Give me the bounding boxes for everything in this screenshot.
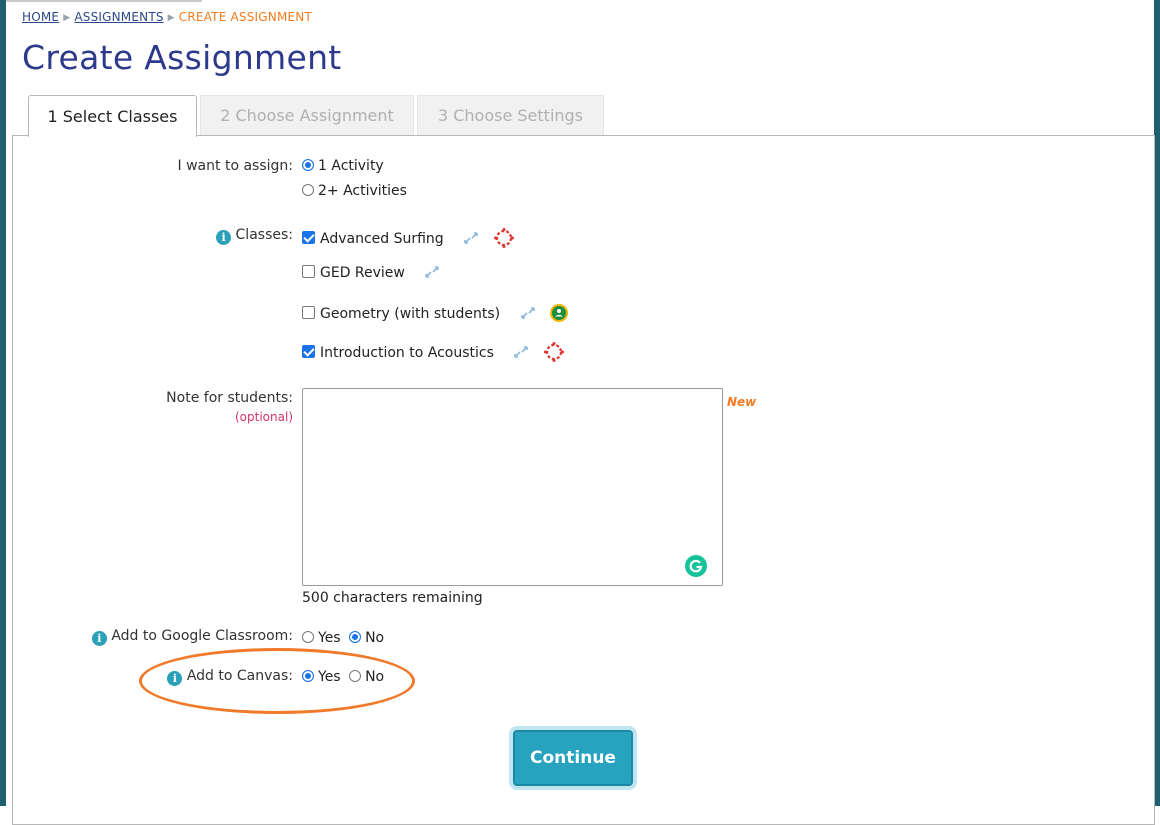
classes-label: Classes: xyxy=(235,227,293,243)
breadcrumb-separator-icon: ▶ xyxy=(167,13,175,23)
google-classroom-icon xyxy=(550,304,569,322)
google-classroom-info-icon[interactable]: i xyxy=(91,631,107,646)
canvas-icon xyxy=(493,228,514,248)
note-optional-label: (optional) xyxy=(235,410,293,424)
note-label: Note for students: xyxy=(166,390,293,406)
classes-label-group: i Classes: xyxy=(180,227,293,245)
class-item[interactable]: GED Review xyxy=(302,265,441,281)
class-checkbox[interactable] xyxy=(302,345,315,358)
google-classroom-label: Add to Google Classroom: xyxy=(111,628,293,644)
assign-one-label: 1 Activity xyxy=(318,158,384,174)
tab-choose-assignment[interactable]: 2 Choose Assignment xyxy=(200,95,414,135)
continue-button[interactable]: Continue xyxy=(513,730,633,786)
class-checkbox[interactable] xyxy=(302,306,315,319)
class-name: Geometry (with students) xyxy=(320,306,501,322)
assign-multiple-label: 2+ Activities xyxy=(318,183,407,199)
class-item[interactable]: Introduction to Acoustics xyxy=(302,341,565,363)
breadcrumb-home[interactable]: HOME xyxy=(22,10,59,24)
characters-remaining: 500 characters remaining xyxy=(302,590,483,606)
class-name: Introduction to Acoustics xyxy=(320,345,494,361)
assign-one-radio[interactable] xyxy=(302,159,314,171)
class-name: Advanced Surfing xyxy=(320,231,444,247)
page-title: Create Assignment xyxy=(22,38,342,77)
top-divider xyxy=(6,0,202,2)
google-classroom-yes-label: Yes xyxy=(318,630,341,646)
google-classroom-yes-radio[interactable] xyxy=(302,631,314,643)
tab-select-classes[interactable]: 1 Select Classes xyxy=(28,95,197,137)
breadcrumb-assignments[interactable]: ASSIGNMENTS xyxy=(74,10,163,24)
class-item[interactable]: Advanced Surfing xyxy=(302,227,515,249)
class-checkbox[interactable] xyxy=(302,231,315,244)
sync-icon[interactable] xyxy=(512,345,530,359)
google-classroom-options: Yes No xyxy=(302,630,384,646)
google-classroom-no-label: No xyxy=(365,630,385,646)
sync-icon[interactable] xyxy=(519,306,537,320)
breadcrumb-current: CREATE ASSIGNMENT xyxy=(178,10,312,24)
breadcrumb: HOME ▶ ASSIGNMENTS ▶ CREATE ASSIGNMENT xyxy=(22,10,312,24)
left-border xyxy=(0,0,6,806)
sync-icon[interactable] xyxy=(423,265,441,279)
highlight-ring xyxy=(139,648,415,714)
sync-icon[interactable] xyxy=(462,231,480,245)
google-classroom-no-radio[interactable] xyxy=(349,631,362,643)
class-checkbox[interactable] xyxy=(302,265,315,278)
assign-label: I want to assign: xyxy=(177,158,293,174)
class-item[interactable]: Geometry (with students) xyxy=(302,303,569,323)
new-badge: New xyxy=(727,395,757,409)
google-classroom-label-group: i Add to Google Classroom: xyxy=(70,628,293,646)
canvas-icon xyxy=(543,342,564,362)
tab-choose-settings[interactable]: 3 Choose Settings xyxy=(417,95,604,135)
assign-multiple-radio[interactable] xyxy=(302,184,314,196)
class-name: GED Review xyxy=(320,265,405,281)
breadcrumb-separator-icon: ▶ xyxy=(63,13,71,23)
assign-option-multiple[interactable]: 2+ Activities xyxy=(302,183,407,199)
assign-option-one[interactable]: 1 Activity xyxy=(302,158,384,174)
note-textarea[interactable] xyxy=(302,388,723,586)
classes-info-icon[interactable]: i xyxy=(216,230,232,245)
grammarly-icon[interactable] xyxy=(685,555,707,577)
